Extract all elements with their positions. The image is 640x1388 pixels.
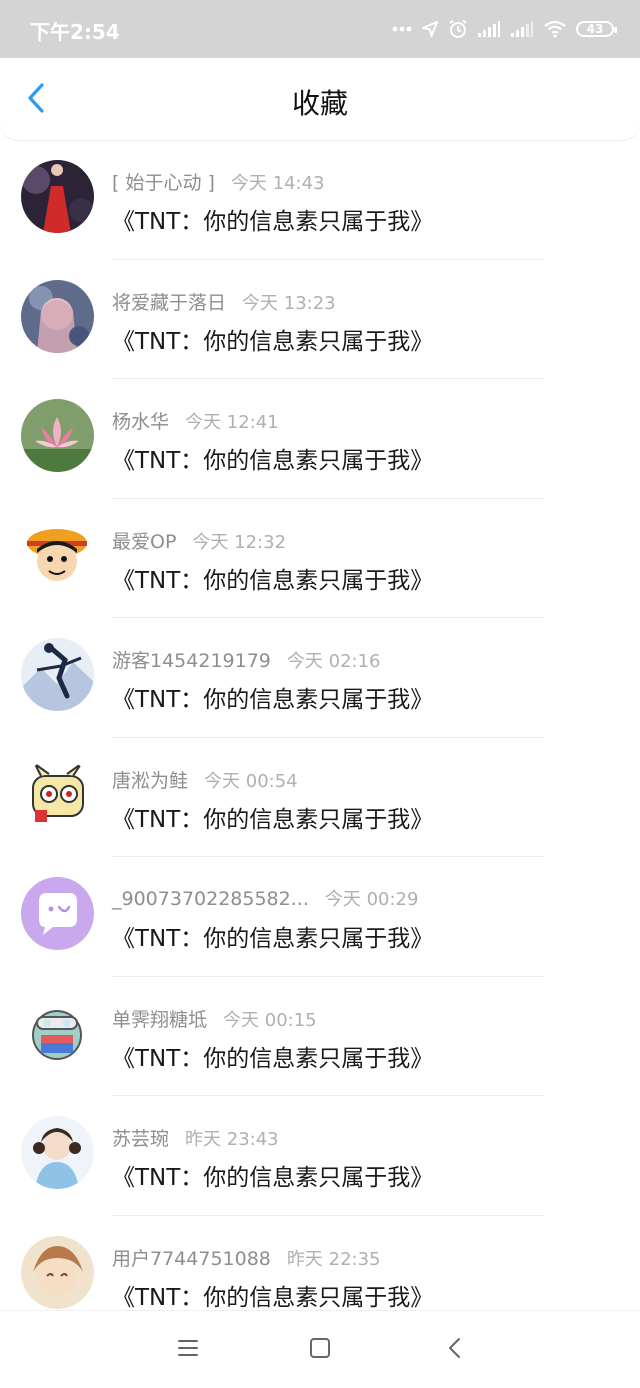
back-triangle-icon <box>447 1337 463 1363</box>
avatar[interactable] <box>21 1116 94 1189</box>
item-meta: 单霁翔糖坻 今天 00:15 <box>112 1005 317 1032</box>
user-name[interactable]: _90073702285582... <box>112 888 309 910</box>
item-meta: [ 始于心动 ] 今天 14:43 <box>112 168 325 195</box>
item-meta: 苏芸琬 昨天 23:43 <box>112 1124 279 1151</box>
list-item[interactable]: 唐淞为鲑 今天 00:54 《TNT：你的信息素只属于我》 <box>0 738 640 857</box>
timestamp: 昨天 22:35 <box>286 1248 381 1270</box>
message-text[interactable]: 《TNT：你的信息素只属于我》 <box>112 800 433 834</box>
avatar[interactable] <box>21 1235 94 1309</box>
status-time: 下午2:54 <box>30 20 120 44</box>
user-name[interactable]: 用户7744751088 <box>112 1248 271 1270</box>
message-text[interactable]: 《TNT：你的信息素只属于我》 <box>112 441 433 475</box>
timestamp: 今天 00:15 <box>223 1009 317 1031</box>
page-title: 收藏 <box>291 87 348 120</box>
user-name[interactable]: [ 始于心动 ] <box>112 172 215 194</box>
timestamp: 今天 13:23 <box>242 292 336 314</box>
avatar[interactable] <box>21 638 94 711</box>
list-item[interactable]: 杨水华 今天 12:41 《TNT：你的信息素只属于我》 <box>0 379 640 499</box>
avatar[interactable] <box>21 279 94 353</box>
list-item[interactable]: 最爱OP 今天 12:32 《TNT：你的信息素只属于我》 <box>0 499 640 618</box>
user-name[interactable]: 最爱OP <box>112 531 176 553</box>
alarm-icon <box>448 19 468 39</box>
user-name[interactable]: 苏芸琬 <box>112 1128 169 1150</box>
message-text[interactable]: 《TNT：你的信息素只属于我》 <box>112 919 433 953</box>
timestamp: 今天 00:29 <box>324 889 419 910</box>
timestamp: 今天 00:54 <box>204 770 298 792</box>
system-nav-bar <box>0 1310 640 1388</box>
timestamp: 昨天 23:43 <box>185 1129 279 1150</box>
timestamp: 今天 02:16 <box>286 651 381 672</box>
list-item[interactable]: 单霁翔糖坻 今天 00:15 《TNT：你的信息素只属于我》 <box>0 977 640 1096</box>
status-bar: 下午2:54 43 <box>0 0 640 58</box>
message-text[interactable]: 《TNT：你的信息素只属于我》 <box>112 561 433 595</box>
status-icons: 43 <box>392 14 617 44</box>
timestamp: 今天 14:43 <box>230 173 325 194</box>
item-meta: 游客1454219179 今天 02:16 <box>112 646 381 673</box>
user-name[interactable]: 游客1454219179 <box>112 650 271 672</box>
message-text[interactable]: 《TNT：你的信息素只属于我》 <box>112 1278 433 1312</box>
user-name[interactable]: 单霁翔糖坻 <box>112 1009 207 1031</box>
list-item[interactable]: 苏芸琬 昨天 23:43 《TNT：你的信息素只属于我》 <box>0 1096 640 1216</box>
list-item[interactable]: 游客1454219179 今天 02:16 《TNT：你的信息素只属于我》 <box>0 618 640 738</box>
signal-icon-2 <box>510 20 534 38</box>
timestamp: 今天 12:32 <box>192 531 287 553</box>
message-text[interactable]: 《TNT：你的信息素只属于我》 <box>112 202 433 236</box>
item-meta: 杨水华 今天 12:41 <box>112 407 279 434</box>
timestamp: 今天 12:41 <box>185 412 279 433</box>
system-back-button[interactable] <box>440 1335 470 1365</box>
avatar[interactable] <box>21 160 94 233</box>
list-item[interactable]: _90073702285582... 今天 00:29 《TNT：你的信息素只属于… <box>0 857 640 977</box>
favorites-list: [ 始于心动 ] 今天 14:43 《TNT：你的信息素只属于我》 将爱藏于落日今… <box>0 140 640 1335</box>
item-meta: 唐淞为鲑 今天 00:54 <box>112 766 298 793</box>
header: 收藏 <box>0 58 640 140</box>
message-text[interactable]: 《TNT：你的信息素只属于我》 <box>112 680 433 714</box>
user-name[interactable]: 唐淞为鲑 <box>112 770 188 792</box>
menu-button[interactable] <box>173 1335 203 1365</box>
user-name[interactable]: 将爱藏于落日 <box>112 292 226 314</box>
user-name[interactable]: 杨水华 <box>112 411 169 433</box>
avatar[interactable] <box>21 877 94 950</box>
list-item[interactable]: [ 始于心动 ] 今天 14:43 《TNT：你的信息素只属于我》 <box>0 140 640 260</box>
avatar[interactable] <box>21 399 94 472</box>
location-icon <box>421 20 439 38</box>
home-square-icon <box>309 1337 331 1363</box>
item-meta: 最爱OP 今天 12:32 <box>112 527 286 554</box>
item-meta: _90073702285582... 今天 00:29 <box>112 885 418 911</box>
avatar[interactable] <box>21 518 94 592</box>
home-button[interactable] <box>305 1335 335 1365</box>
message-text[interactable]: 《TNT：你的信息素只属于我》 <box>112 322 433 356</box>
item-meta: 用户7744751088 昨天 22:35 <box>112 1244 381 1271</box>
menu-icon <box>177 1339 199 1361</box>
message-text[interactable]: 《TNT：你的信息素只属于我》 <box>112 1039 433 1073</box>
signal-icon <box>477 20 501 38</box>
avatar[interactable] <box>21 757 94 831</box>
more-dots-icon <box>392 26 412 32</box>
list-item[interactable]: 将爱藏于落日 今天 13:23 《TNT：你的信息素只属于我》 <box>0 260 640 379</box>
message-text[interactable]: 《TNT：你的信息素只属于我》 <box>112 1158 433 1192</box>
avatar[interactable] <box>21 996 94 1070</box>
battery-indicator: 43 <box>576 21 617 37</box>
item-meta: 将爱藏于落日 今天 13:23 <box>112 288 336 315</box>
wifi-icon <box>543 20 567 38</box>
